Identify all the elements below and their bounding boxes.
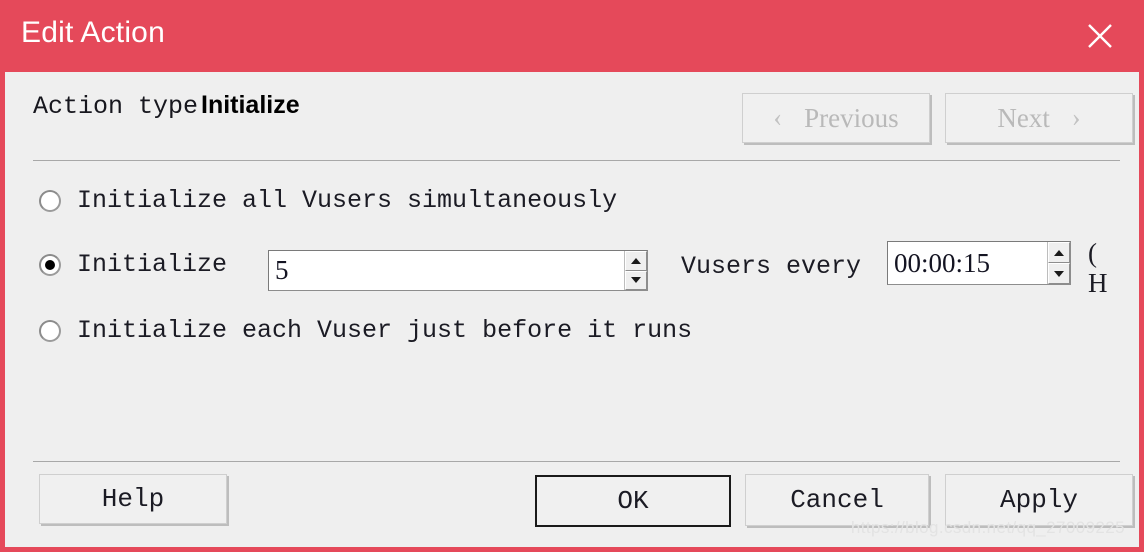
edit-action-dialog: Edit Action Action type Initialize ‹ Pre… (0, 0, 1144, 552)
apply-button[interactable]: Apply (945, 474, 1133, 526)
cancel-button[interactable]: Cancel (745, 474, 929, 526)
option-initialize-all-simultaneously[interactable]: Initialize all Vusers simultaneously (39, 186, 617, 215)
header-divider (33, 160, 1120, 161)
close-icon[interactable] (1078, 14, 1122, 58)
footer-divider (33, 461, 1120, 462)
vusers-count-input[interactable]: 5 (269, 251, 624, 290)
option-initialize-each-before-run[interactable]: Initialize each Vuser just before it run… (39, 316, 692, 345)
action-type-value: Initialize (201, 91, 300, 119)
dialog-title-bar: Edit Action (5, 0, 1139, 72)
radio-initialize-gradual[interactable] (39, 253, 61, 276)
vusers-count-increment-icon[interactable] (625, 251, 647, 271)
option-initialize-each-before-run-label: Initialize each Vuser just before it run… (77, 316, 693, 345)
dialog-title: Edit Action (21, 16, 165, 49)
interval-input[interactable]: 00:00:15 (888, 242, 1047, 284)
interval-format-hint-line1: ( (1088, 238, 1097, 268)
next-button-label: Next (997, 102, 1050, 133)
ok-button[interactable]: OK (535, 475, 731, 527)
vusers-every-label: Vusers every (681, 252, 862, 281)
help-button[interactable]: Help (39, 474, 227, 524)
option-initialize-all-simultaneously-label: Initialize all Vusers simultaneously (77, 186, 618, 215)
interval-format-hint: ( H (1088, 238, 1138, 298)
interval-format-hint-line2: H (1088, 268, 1108, 298)
option-initialize-gradual[interactable]: Initialize (39, 250, 227, 279)
interval-decrement-icon[interactable] (1048, 263, 1070, 284)
radio-initialize-all-simultaneously[interactable] (39, 189, 61, 212)
vusers-count-decrement-icon[interactable] (625, 270, 647, 290)
interval-increment-icon[interactable] (1048, 242, 1070, 263)
chevron-right-icon: › (1071, 103, 1081, 132)
chevron-left-icon: ‹ (773, 103, 783, 132)
previous-button[interactable]: ‹ Previous (742, 93, 930, 143)
radio-initialize-each-before-run[interactable] (39, 319, 61, 342)
option-initialize-gradual-label: Initialize (77, 250, 228, 279)
vusers-count-stepper[interactable]: 5 (268, 250, 648, 291)
interval-stepper[interactable]: 00:00:15 (887, 241, 1071, 285)
interval-spinner[interactable] (1047, 242, 1070, 284)
previous-button-label: Previous (804, 102, 899, 133)
vusers-count-spinner[interactable] (624, 251, 647, 290)
next-button[interactable]: Next › (945, 93, 1133, 143)
action-type-label: Action type (33, 92, 199, 121)
